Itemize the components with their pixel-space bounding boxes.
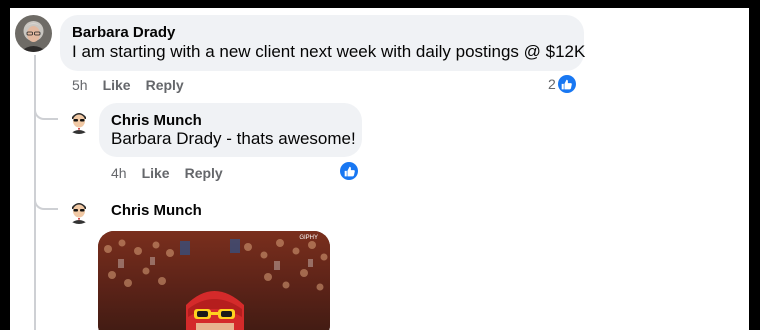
reply-text: Barbara Drady - thats awesome!: [111, 129, 356, 149]
like-icon: [557, 75, 576, 93]
reply-author[interactable]: Chris Munch: [111, 112, 202, 129]
like-icon: [340, 162, 358, 180]
thread-branch-2: [34, 198, 58, 210]
thread-line: [34, 55, 36, 330]
reply-button[interactable]: Reply: [146, 77, 184, 93]
reply-button[interactable]: Reply: [185, 165, 223, 181]
avatar[interactable]: [66, 198, 92, 224]
gif-watermark: GIPHY: [299, 235, 318, 241]
reply-actions: 4h Like Reply: [111, 165, 223, 181]
reaction-count: 2: [548, 76, 556, 92]
thread-branch-1: [34, 108, 58, 120]
reply-message: - thats awesome!: [221, 129, 356, 148]
comment-text: I am starting with a new client next wee…: [72, 42, 586, 61]
avatar[interactable]: [15, 15, 52, 52]
reaction-summary[interactable]: 2: [548, 75, 576, 93]
like-button[interactable]: Like: [142, 165, 170, 181]
page: Barbara Drady I am starting with a new c…: [0, 0, 760, 330]
reaction-summary[interactable]: [340, 162, 358, 180]
gif-attachment[interactable]: GIPHY: [98, 231, 330, 330]
avatar[interactable]: [66, 108, 92, 134]
mention-link[interactable]: Barbara Drady: [111, 129, 222, 148]
reply-author[interactable]: Chris Munch: [111, 202, 202, 219]
like-button[interactable]: Like: [103, 77, 131, 93]
reply-timestamp[interactable]: 4h: [111, 165, 127, 181]
comment-author[interactable]: Barbara Drady: [72, 24, 175, 41]
comment-timestamp[interactable]: 5h: [72, 77, 88, 93]
comment-actions: 5h Like Reply: [72, 77, 184, 93]
